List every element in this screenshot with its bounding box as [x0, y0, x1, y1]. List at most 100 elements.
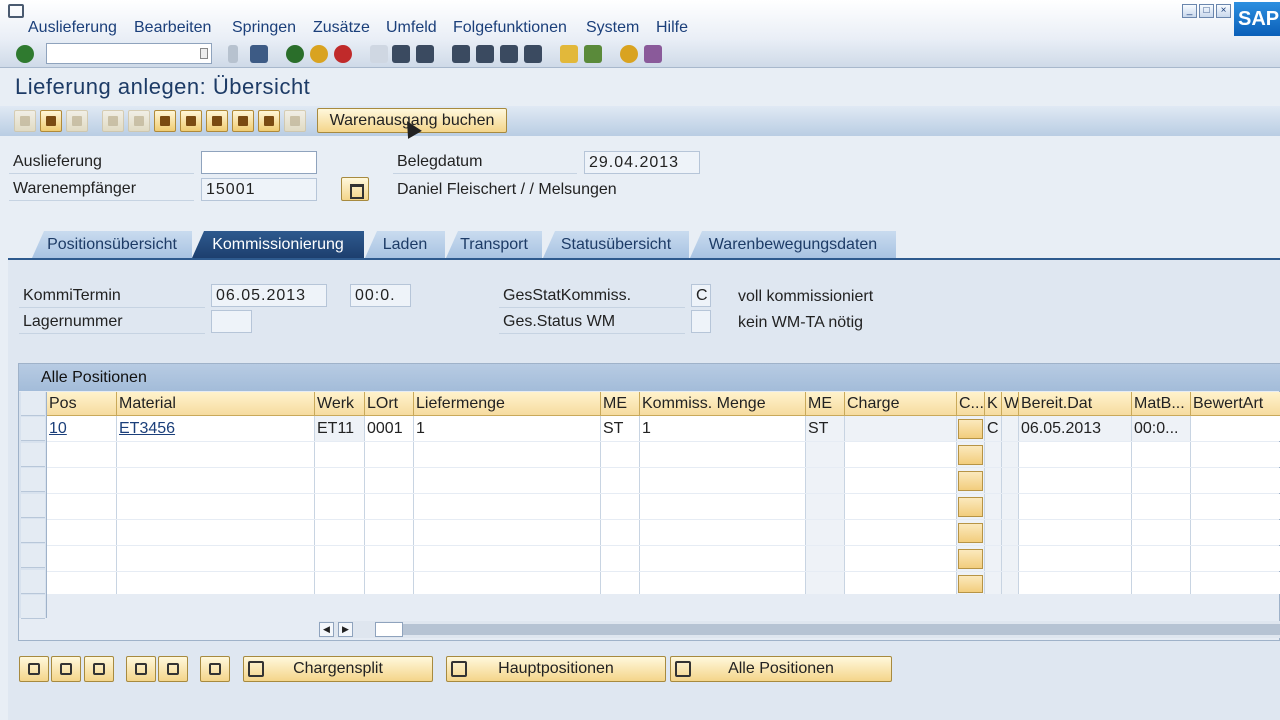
- completion-checkbox[interactable]: [958, 497, 983, 517]
- cell-werk[interactable]: [315, 546, 365, 571]
- column-header-kommiss-menge[interactable]: Kommiss. Menge: [640, 392, 806, 416]
- picking-date-input[interactable]: 06.05.2013: [211, 284, 327, 307]
- cell-charge[interactable]: [845, 416, 957, 441]
- cell-bewertart[interactable]: [1191, 546, 1280, 571]
- column-header-c[interactable]: C...: [957, 392, 985, 416]
- warehouse-number-input[interactable]: [211, 310, 252, 333]
- cell-me[interactable]: [601, 442, 640, 467]
- cell-me[interactable]: [601, 520, 640, 545]
- scroll-track[interactable]: [403, 624, 1280, 635]
- tab-positionsuebersicht[interactable]: Positionsübersicht: [32, 231, 192, 258]
- select-all-button[interactable]: [51, 656, 81, 682]
- cell-me[interactable]: [601, 546, 640, 571]
- menu-system[interactable]: System: [586, 19, 639, 37]
- cell-pos[interactable]: [47, 546, 117, 571]
- back-icon[interactable]: [286, 45, 304, 63]
- cell-material[interactable]: [117, 442, 315, 467]
- cell-liefermenge[interactable]: [414, 572, 601, 594]
- completion-checkbox[interactable]: [958, 445, 983, 465]
- cell-me[interactable]: [601, 494, 640, 519]
- column-header-material[interactable]: Material: [117, 392, 315, 416]
- find-next-icon[interactable]: [416, 45, 434, 63]
- insert-row-button[interactable]: [126, 656, 156, 682]
- scroll-left-icon[interactable]: ◀: [319, 622, 334, 637]
- header-overview-icon[interactable]: [154, 110, 176, 132]
- maximize-icon[interactable]: □: [1199, 4, 1214, 18]
- cell-charge[interactable]: [845, 468, 957, 493]
- delete-row-button[interactable]: [158, 656, 188, 682]
- cell-bewertart[interactable]: [1191, 494, 1280, 519]
- deselect-all-button[interactable]: [84, 656, 114, 682]
- menu-zusaetze[interactable]: Zusätze: [313, 19, 370, 37]
- cell-material[interactable]: ET3456: [117, 416, 315, 441]
- cell-lort[interactable]: [365, 572, 414, 594]
- batch-split-button[interactable]: Chargensplit: [243, 656, 433, 682]
- cell-kommiss-menge[interactable]: [640, 442, 806, 467]
- cell-me-2[interactable]: ST: [806, 416, 845, 441]
- app-menu-icon[interactable]: [8, 4, 24, 18]
- cell-lort[interactable]: [365, 468, 414, 493]
- cell-pos[interactable]: 10: [47, 416, 117, 441]
- cell-liefermenge[interactable]: [414, 442, 601, 467]
- cell-liefermenge[interactable]: [414, 520, 601, 545]
- partner-details-button[interactable]: [341, 177, 369, 201]
- cell-liefermenge[interactable]: [414, 546, 601, 571]
- row-selector[interactable]: [21, 570, 45, 594]
- cell-pos[interactable]: [47, 468, 117, 493]
- completion-checkbox[interactable]: [958, 523, 983, 543]
- cell-charge[interactable]: [845, 520, 957, 545]
- cell-liefermenge[interactable]: 1: [414, 416, 601, 441]
- document-date-input[interactable]: 29.04.2013: [584, 151, 700, 174]
- column-header-w[interactable]: W: [1002, 392, 1019, 416]
- next-page-icon[interactable]: [500, 45, 518, 63]
- cell-me[interactable]: ST: [601, 416, 640, 441]
- ship-to-input[interactable]: 15001: [201, 178, 317, 201]
- cell-kommiss-menge[interactable]: [640, 520, 806, 545]
- column-header-pos[interactable]: Pos: [47, 392, 117, 416]
- row-selector[interactable]: [21, 468, 45, 492]
- command-dropdown-icon[interactable]: [200, 48, 208, 59]
- cell-material[interactable]: [117, 468, 315, 493]
- cell-lort[interactable]: [365, 546, 414, 571]
- column-header-lort[interactable]: LOrt: [365, 392, 414, 416]
- menu-umfeld[interactable]: Umfeld: [386, 19, 437, 37]
- wm-status-input[interactable]: [691, 310, 711, 333]
- cell-werk[interactable]: [315, 442, 365, 467]
- cell-charge[interactable]: [845, 546, 957, 571]
- minimize-icon[interactable]: _: [1182, 4, 1197, 18]
- copy-button[interactable]: [200, 656, 230, 682]
- all-items-button[interactable]: Alle Positionen: [670, 656, 892, 682]
- header-processing-icon[interactable]: [258, 110, 280, 132]
- cell-me[interactable]: [601, 572, 640, 594]
- layout-menu-icon[interactable]: [644, 45, 662, 63]
- cell-lort[interactable]: [365, 442, 414, 467]
- column-header-werk[interactable]: Werk: [315, 392, 365, 416]
- item-details-button[interactable]: [19, 656, 49, 682]
- cell-pos[interactable]: [47, 442, 117, 467]
- completion-checkbox[interactable]: [958, 419, 983, 439]
- cell-werk[interactable]: ET11: [315, 416, 365, 441]
- cell-kommiss-menge[interactable]: [640, 572, 806, 594]
- column-header-bewertart[interactable]: BewertArt: [1191, 392, 1280, 416]
- cell-kommiss-menge[interactable]: 1: [640, 416, 806, 441]
- cell-kommiss-menge[interactable]: [640, 494, 806, 519]
- horizontal-scrollbar[interactable]: ◀ ▶: [319, 621, 1280, 638]
- shortcut-icon[interactable]: [584, 45, 602, 63]
- find-icon[interactable]: [392, 45, 410, 63]
- cell-kommiss-menge[interactable]: [640, 468, 806, 493]
- menu-folgefunktionen[interactable]: Folgefunktionen: [453, 19, 567, 37]
- cell-charge[interactable]: [845, 572, 957, 594]
- completion-checkbox[interactable]: [958, 549, 983, 569]
- enter-icon[interactable]: [16, 45, 34, 63]
- cell-charge[interactable]: [845, 494, 957, 519]
- cell-werk[interactable]: [315, 494, 365, 519]
- cell-pos[interactable]: [47, 572, 117, 594]
- completion-checkbox[interactable]: [958, 471, 983, 491]
- tab-transport[interactable]: Transport: [446, 231, 542, 258]
- column-header-liefermenge[interactable]: Liefermenge: [414, 392, 601, 416]
- column-header-me-2[interactable]: ME: [806, 392, 845, 416]
- row-selector[interactable]: [21, 544, 45, 568]
- close-icon[interactable]: ×: [1216, 4, 1231, 18]
- column-header-matb[interactable]: MatB...: [1132, 392, 1191, 416]
- first-page-icon[interactable]: [452, 45, 470, 63]
